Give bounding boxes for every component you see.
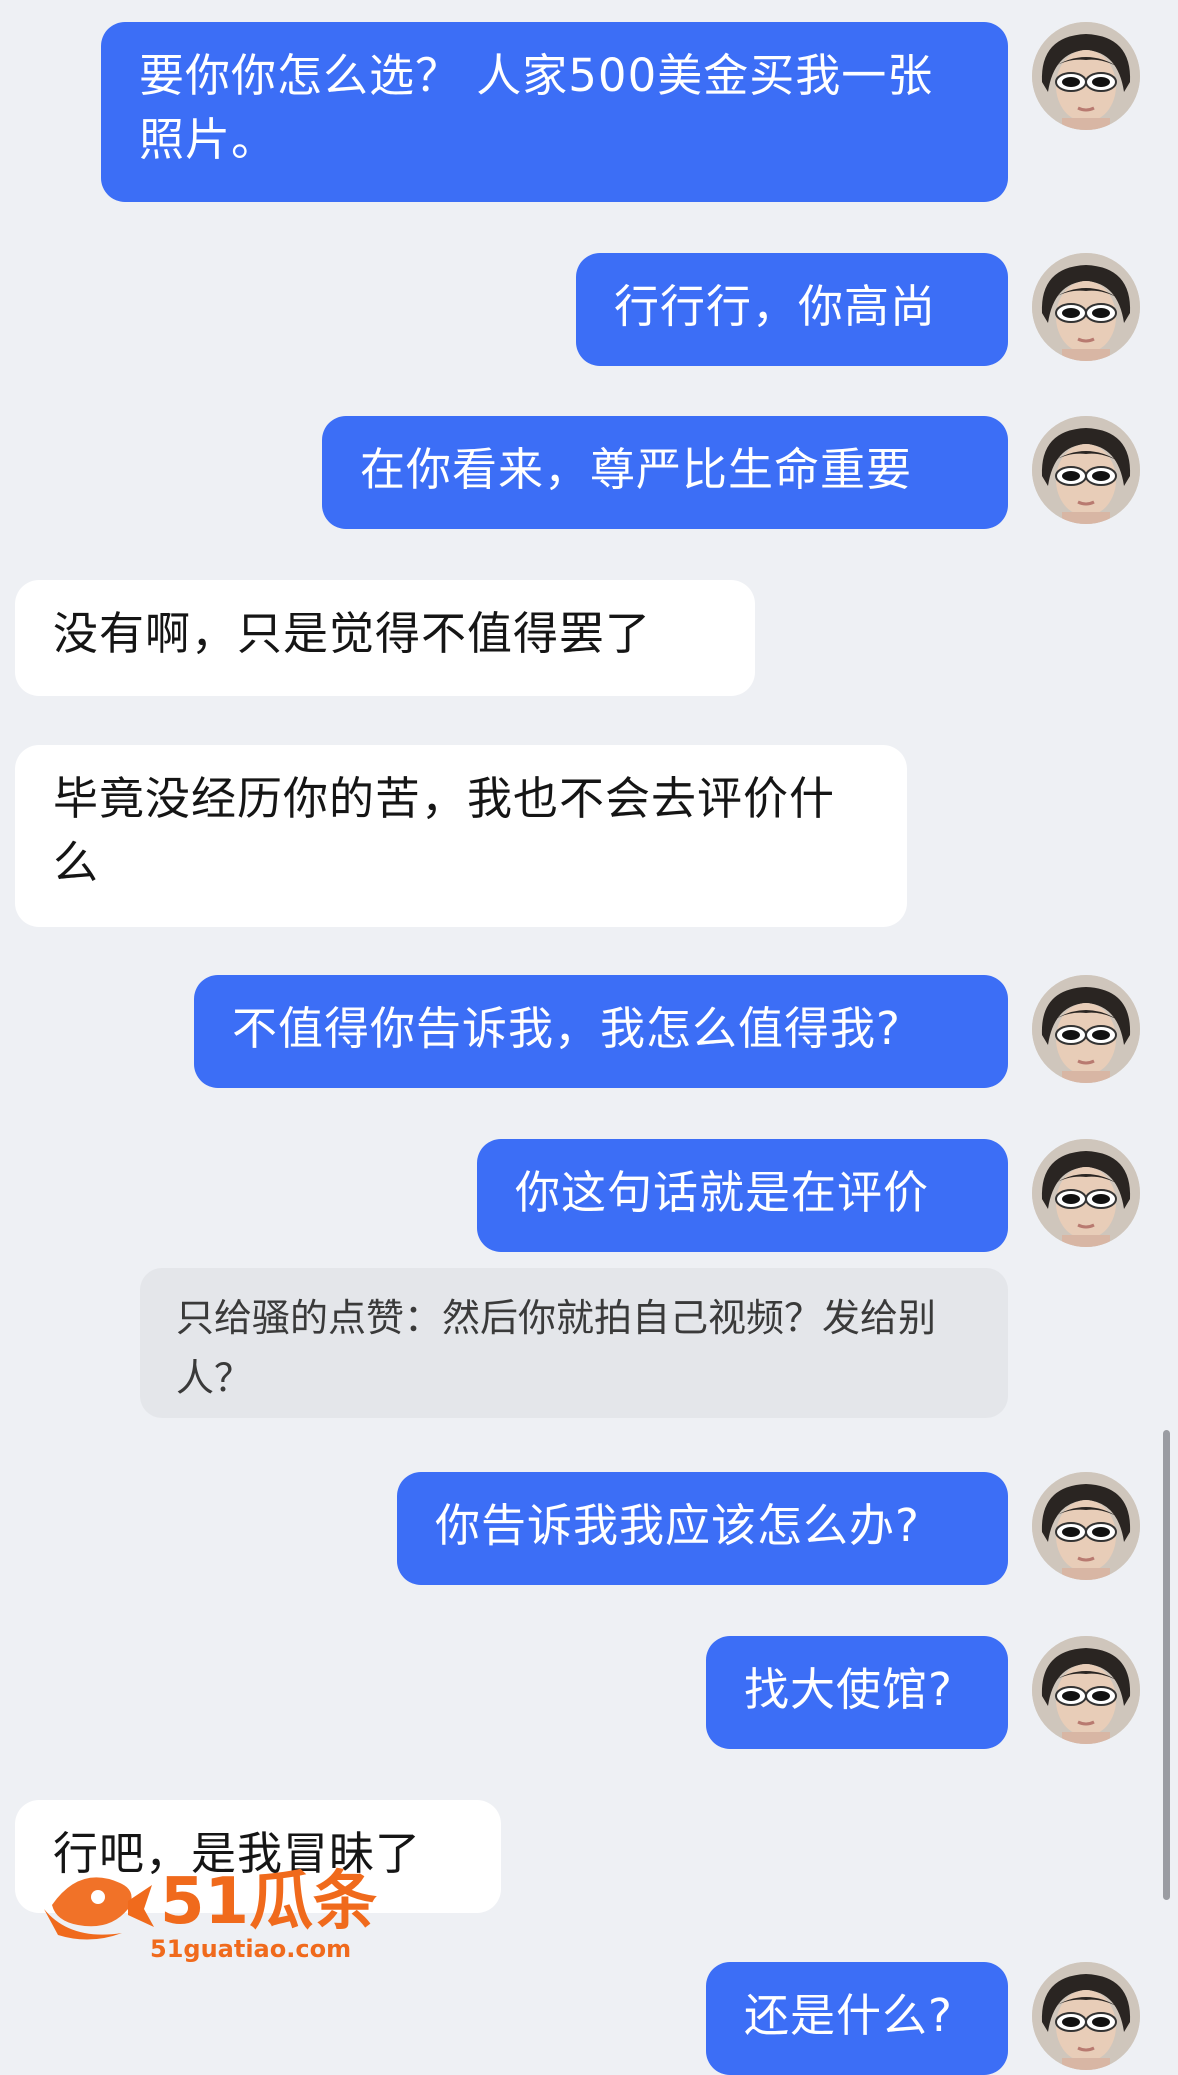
watermark-logo: 51瓜条 51guatiao.com [40, 1845, 420, 1965]
chat-bubble-mine[interactable]: 你告诉我我应该怎么办? [397, 1472, 1008, 1585]
chat-bubble-mine[interactable]: 找大使馆? [706, 1636, 1008, 1749]
avatar[interactable] [1032, 1139, 1140, 1247]
user-avatar-sunglasses-icon [1032, 1962, 1140, 2070]
quoted-reply[interactable]: 只给骚的点赞：然后你就拍自己视频？发给别人？ [140, 1268, 1008, 1418]
user-avatar-sunglasses-icon [1032, 22, 1140, 130]
chat-bubble-mine[interactable]: 行行行，你高尚 [576, 253, 1008, 366]
avatar[interactable] [1032, 416, 1140, 524]
chat-bubble-theirs[interactable]: 毕竟没经历你的苦，我也不会去评价什么 [15, 745, 907, 927]
avatar[interactable] [1032, 1472, 1140, 1580]
watermark-url: 51guatiao.com [150, 1935, 351, 1963]
chat-bubble-mine[interactable]: 不值得你告诉我，我怎么值得我? [194, 975, 1008, 1088]
scrollbar[interactable] [1163, 1430, 1170, 1900]
user-avatar-sunglasses-icon [1032, 975, 1140, 1083]
user-avatar-sunglasses-icon [1032, 1139, 1140, 1247]
user-avatar-sunglasses-icon [1032, 1472, 1140, 1580]
user-avatar-sunglasses-icon [1032, 1636, 1140, 1744]
user-avatar-sunglasses-icon [1032, 416, 1140, 524]
chat-bubble-mine[interactable]: 你这句话就是在评价 [477, 1139, 1008, 1252]
avatar[interactable] [1032, 975, 1140, 1083]
chat-bubble-mine[interactable]: 在你看来，尊严比生命重要 [322, 416, 1008, 529]
avatar[interactable] [1032, 1962, 1140, 2070]
watermark-brand: 51瓜条 [160, 1865, 377, 1939]
chat-bubble-mine[interactable]: 要你你怎么选？ 人家500美金买我一张照片。 [101, 22, 1008, 202]
chat-bubble-theirs[interactable]: 没有啊，只是觉得不值得罢了 [15, 580, 755, 696]
avatar[interactable] [1032, 1636, 1140, 1744]
user-avatar-sunglasses-icon [1032, 253, 1140, 361]
avatar[interactable] [1032, 253, 1140, 361]
avatar[interactable] [1032, 22, 1140, 130]
chat-bubble-mine[interactable]: 还是什么? [706, 1962, 1008, 2075]
